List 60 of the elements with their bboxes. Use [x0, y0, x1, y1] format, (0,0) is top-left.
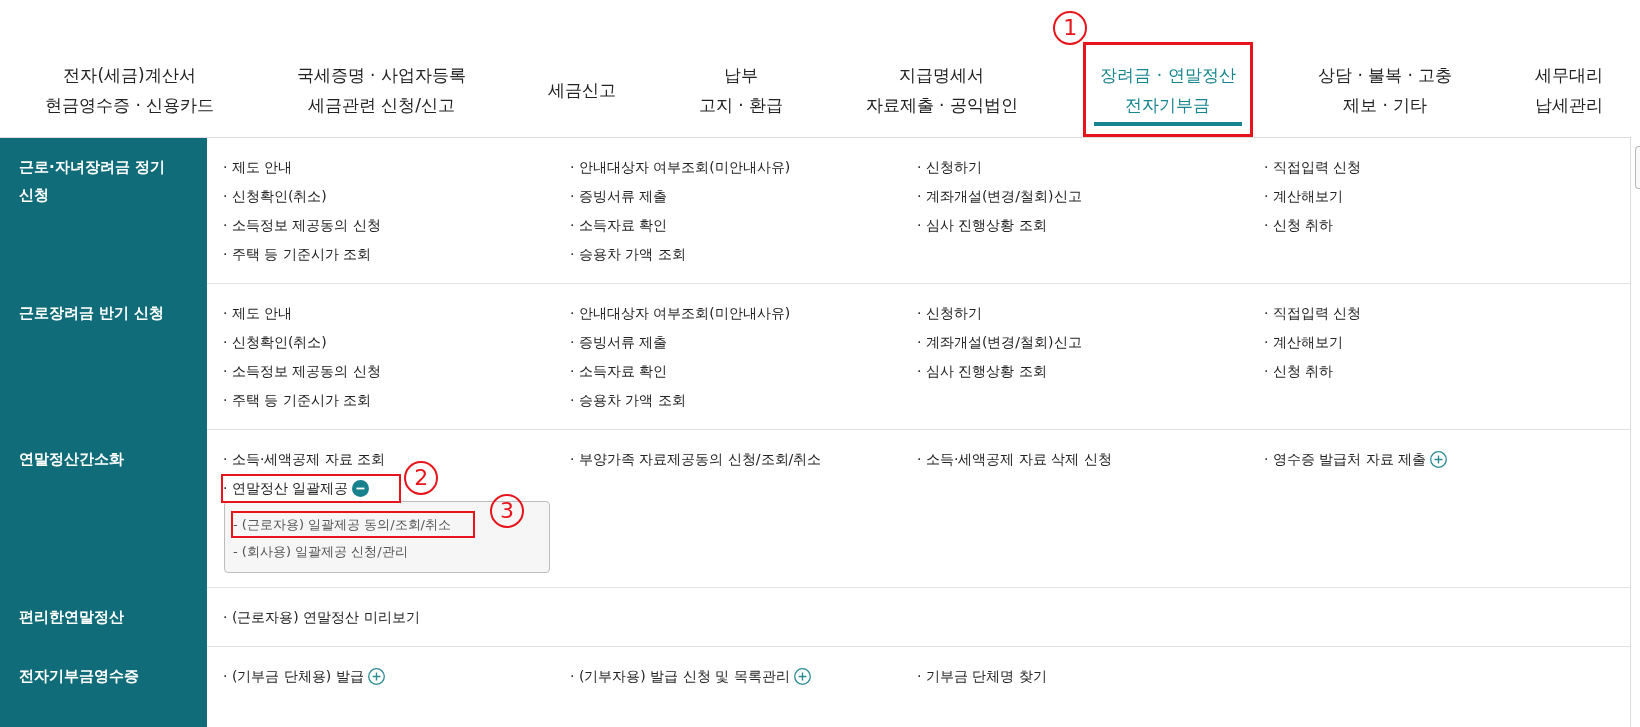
menu-link[interactable]: · 증빙서류 제출	[568, 182, 670, 211]
menu-link[interactable]: · 계좌개설(변경/철회)신고	[915, 182, 1084, 211]
nav-tab[interactable]: 국세증명 · 사업자등록 세금관련 신청/신고	[279, 42, 483, 137]
nav-tab[interactable]: 지급명세서 자료제출 · 공익법인	[848, 42, 1035, 137]
menu-link[interactable]: · 계산해보기	[1262, 182, 1345, 211]
menu-link[interactable]: · 연말정산 일괄제공	[221, 474, 402, 503]
menu-link[interactable]: · 신청확인(취소)	[221, 328, 329, 357]
nav-tab[interactable]: 상담 · 불복 · 고충 제보 · 기타	[1301, 42, 1470, 137]
menu-link[interactable]: · 소득정보 제공동의 신청	[221, 211, 383, 240]
menu-link[interactable]: · (기부자용) 발급 신청 및 목록관리	[568, 662, 813, 691]
category-title: 편리한연말정산	[19, 608, 124, 626]
menu-link[interactable]: · (근로자용) 연말정산 미리보기	[221, 603, 422, 632]
nav-tab[interactable]: 세무대리 납세관리	[1517, 42, 1620, 137]
minus-circle-icon[interactable]	[352, 480, 370, 497]
menu-link[interactable]: · 승용차 가액 조회	[568, 240, 688, 269]
menu-link[interactable]: · 신청확인(취소)	[221, 182, 329, 211]
menu-link[interactable]: · 신청하기	[915, 299, 984, 328]
menu-link[interactable]: · 안내대상자 여부조회(미안내사유)	[568, 299, 793, 328]
menu-link[interactable]: · 소득자료 확인	[568, 357, 670, 386]
menu-link[interactable]: · 영수증 발급처 자료 제출	[1262, 445, 1450, 474]
menu-link[interactable]: · 직접입력 신청	[1262, 153, 1364, 182]
callout-number: 1	[1053, 11, 1088, 45]
menu-link[interactable]: · 제도 안내	[221, 299, 295, 328]
menu-link[interactable]: · 소득정보 제공동의 신청	[221, 357, 383, 386]
menu-link[interactable]: · 계산해보기	[1262, 328, 1345, 357]
menu-link[interactable]: · 증빙서류 제출	[568, 328, 670, 357]
nav-tab[interactable]: 전자(세금)계산서 현금영수증 · 신용카드	[28, 42, 232, 137]
category-title: 근로·자녀장려금 정기 신청	[19, 158, 165, 204]
menu-link[interactable]: · 신청하기	[915, 153, 984, 182]
menu-link[interactable]: · 제도 안내	[221, 153, 295, 182]
callout-number: 3	[490, 494, 524, 528]
menu-link[interactable]: · 기부금 단체명 찾기	[915, 662, 1049, 691]
menu-link[interactable]: · 승용차 가액 조회	[568, 386, 688, 415]
menu-link[interactable]: · 소득·세액공제 자료 조회	[221, 445, 388, 474]
menu-link[interactable]: · 부양가족 자료제공동의 신청/조회/취소	[568, 445, 824, 474]
category-title: 근로장려금 반기 신청	[19, 304, 165, 322]
plus-circle-icon[interactable]	[793, 668, 811, 685]
submenu-link[interactable]: - (근로자용) 일괄제공 동의/조회/취소	[231, 511, 475, 538]
menu-link[interactable]: · (기부금 단체용) 발급	[221, 662, 387, 691]
nav-tab[interactable]: 납부 고지 · 환급	[681, 42, 801, 137]
menu-link[interactable]: · 심사 진행상황 조회	[915, 211, 1049, 240]
category-title: 연말정산간소화	[19, 450, 124, 468]
menu-link[interactable]: · 소득·세액공제 자료 삭제 신청	[915, 445, 1114, 474]
edge-handle	[1635, 146, 1640, 189]
menu-link[interactable]: · 신청 취하	[1262, 211, 1336, 240]
menu-link[interactable]: · 안내대상자 여부조회(미안내사유)	[568, 153, 793, 182]
plus-circle-icon[interactable]	[367, 668, 385, 685]
menu-link[interactable]: · 신청 취하	[1262, 357, 1336, 386]
menu-link[interactable]: · 주택 등 기준시가 조회	[221, 386, 374, 415]
plus-circle-icon[interactable]	[1430, 451, 1448, 468]
submenu-link[interactable]: - (회사용) 일괄제공 신청/관리	[231, 538, 410, 565]
callout-number: 2	[404, 461, 439, 495]
menu-link[interactable]: · 주택 등 기준시가 조회	[221, 240, 374, 269]
menu-link[interactable]: · 소득자료 확인	[568, 211, 670, 240]
nav-tab[interactable]: 장려금 · 연말정산 전자기부금	[1083, 42, 1253, 137]
menu-link[interactable]: · 직접입력 신청	[1262, 299, 1364, 328]
nav-tab[interactable]: 세금신고	[531, 42, 634, 137]
menu-link[interactable]: · 심사 진행상황 조회	[915, 357, 1049, 386]
category-title: 전자기부금영수증	[19, 667, 139, 685]
menu-link[interactable]: · 계좌개설(변경/철회)신고	[915, 328, 1084, 357]
